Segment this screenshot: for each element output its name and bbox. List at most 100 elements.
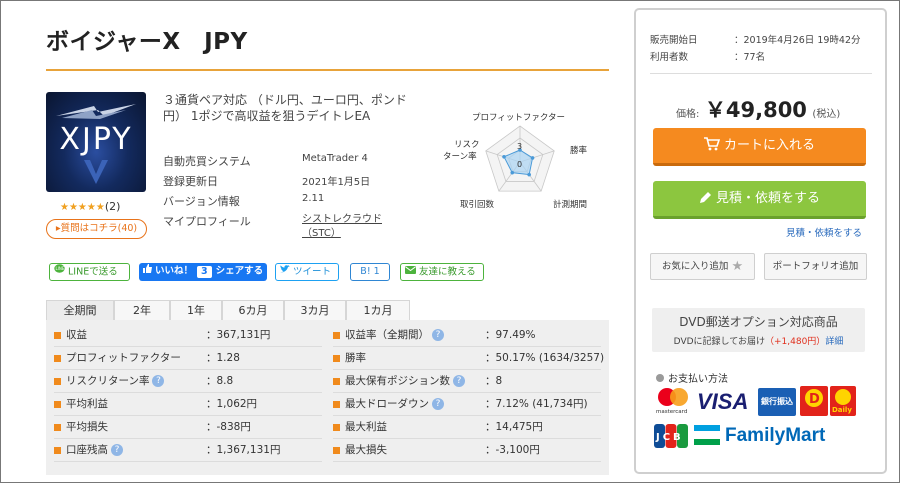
bullet-square-icon [54, 332, 61, 339]
tab-3-months[interactable]: 3カ月 [284, 300, 346, 321]
radar-chart: 3 0 プロフィットファクター 勝率 計測期間 取引回数 リスク ターン率 [443, 113, 588, 210]
radar-scale-max: 3 [517, 142, 522, 151]
spec-label: 自動売買システム [163, 155, 251, 168]
radar-axis-label: プロフィットファクター [472, 113, 565, 123]
stat-label: 最大保有ポジション数? [345, 372, 465, 390]
help-icon[interactable]: ? [111, 444, 123, 456]
stat-row: リスクリターン率? ：8.8 [54, 372, 322, 394]
question-button[interactable]: ▸質問はコチラ(40) [46, 219, 147, 239]
spec-row-updated: 登録更新日 2021年1月5日 [163, 173, 423, 191]
stat-label-text: 収益率（全期間） [345, 329, 429, 341]
request-quote-button[interactable]: 見積・依頼をする [653, 181, 866, 219]
stat-value: ：1,367,131円 [206, 444, 281, 456]
stat-label-text: 最大損失 [345, 444, 387, 456]
wing-logo-icon [56, 104, 136, 119]
stat-value: ：8 [485, 375, 503, 387]
tab-6-months[interactable]: 6カ月 [222, 300, 284, 321]
stat-divider [333, 346, 601, 347]
add-favorite-label: お気に入り追加 [661, 261, 729, 272]
stat-row: プロフィットファクター ：1.28 [54, 349, 322, 371]
star-icons: ★★★★★ [60, 202, 105, 213]
dvd-option-detail-link[interactable]: 詳細 [825, 337, 843, 347]
help-icon[interactable]: ? [453, 375, 465, 387]
spec-value: 2021年1月5日 [302, 177, 371, 188]
request-quote-label: 見積・依頼をする [715, 191, 820, 206]
profile-link[interactable]: シストレクラウド （STC） [302, 213, 386, 241]
radar-scale-min: 0 [517, 160, 522, 169]
radar-axis-label: 取引回数 [460, 199, 495, 210]
radar-point [502, 155, 506, 159]
dvd-option-description: DVDに記録してお届け [673, 337, 765, 347]
stat-value: ：-3,100円 [485, 444, 540, 456]
bank-transfer-icon: 銀行振込 [758, 388, 796, 416]
stat-row: 平均損失 ：-838円 [54, 418, 322, 440]
stat-divider [54, 415, 322, 416]
bullet-square-icon [333, 355, 340, 362]
radar-axis-label: 勝率 [570, 145, 588, 156]
stat-row: 平均利益 ：1,062円 [54, 395, 322, 417]
daily-yamazaki-icon: D [800, 386, 828, 416]
bullet-square-icon [333, 332, 340, 339]
svg-text:D: D [809, 392, 820, 407]
pencil-icon [699, 192, 711, 203]
spec-label: バージョン情報 [163, 195, 240, 208]
stat-label-text: プロフィットファクター [66, 352, 181, 364]
stat-divider [54, 346, 322, 347]
tab-1-year[interactable]: 1年 [170, 300, 222, 321]
dvd-option-box: DVD郵送オプション対応商品 DVDに記録してお届け（+1,480円）詳細 [652, 308, 865, 352]
stat-label: 勝率 [345, 349, 366, 367]
rating-stars: ★★★★★(2) [60, 200, 120, 213]
fb-like-label: いいね！ [155, 265, 194, 277]
product-title: ボイジャーX JPY [46, 29, 248, 55]
stat-label-text: 最大保有ポジション数 [345, 375, 450, 387]
help-icon[interactable]: ? [432, 398, 444, 410]
stat-value: ：97.49% [485, 329, 536, 341]
price-tax: (税込) [812, 109, 841, 120]
tell-friend-button[interactable]: 友達に教える [400, 263, 484, 281]
stat-divider [333, 369, 601, 370]
spec-value: 2.11 [302, 193, 325, 204]
stat-row: 最大利益 ：14,475円 [333, 418, 601, 440]
spec-value: MetaTrader 4 [302, 153, 368, 164]
stat-label: 最大利益 [345, 418, 387, 436]
bullet-square-icon [54, 378, 61, 385]
stat-row: 勝率 ：50.17% (1634/3257) [333, 349, 604, 371]
stat-row: 収益率（全期間）? ：97.49% [333, 326, 601, 348]
stat-divider [333, 461, 601, 462]
spec-label: マイプロフィール [163, 215, 251, 228]
tab-all-period[interactable]: 全期間 [46, 300, 114, 321]
radar-point [527, 172, 531, 177]
add-to-cart-button[interactable]: カートに入れる [653, 128, 866, 166]
add-portfolio-button[interactable]: ポートフォリオ追加 [764, 253, 867, 280]
stat-row: 口座残高? ：1,367,131円 [54, 441, 322, 463]
release-date-value: ：2019年4月26日 19時42分 [734, 35, 861, 46]
radar-axis-label-line1: リスク [454, 140, 480, 150]
visa-icon: VISA [697, 389, 749, 414]
bullet-square-icon [54, 424, 61, 431]
hatena-label: B! [360, 266, 371, 277]
dvd-option-title: DVD郵送オプション対応商品 [679, 315, 838, 329]
fb-share-label[interactable]: シェアする [216, 266, 264, 277]
tweet-button[interactable]: ツイート [275, 263, 339, 281]
line-share-button[interactable]: LINE LINEで送る [49, 263, 130, 281]
jcb-icon: JCB [654, 424, 688, 448]
tab-1-month[interactable]: 1カ月 [346, 300, 410, 321]
bullet-square-icon [333, 447, 340, 454]
help-icon[interactable]: ? [432, 329, 444, 341]
payment-methods-title: お支払い方法 [656, 370, 728, 385]
fb-like-count: 3 [197, 265, 212, 278]
stat-value: ：-838円 [206, 421, 251, 433]
help-icon[interactable]: ? [152, 375, 165, 387]
price: 価格: ￥49,800 (税込) [676, 94, 876, 124]
stat-label: プロフィットファクター [66, 349, 181, 367]
stat-value: ：8.8 [206, 375, 234, 387]
stat-value: ：1,062円 [206, 398, 258, 410]
request-quote-link[interactable]: 見積・依頼をする [786, 225, 862, 239]
add-favorite-button[interactable]: お気に入り追加 ★ [650, 253, 755, 280]
svg-text:mastercard: mastercard [656, 409, 687, 415]
tab-2-years[interactable]: 2年 [114, 300, 170, 321]
stat-label: 収益率（全期間）? [345, 326, 444, 344]
facebook-like-button[interactable]: いいね！ 3 シェアする [139, 263, 267, 281]
hatena-bookmark-button[interactable]: B! 1 [350, 263, 390, 281]
stat-label: 最大ドローダウン? [345, 395, 444, 413]
